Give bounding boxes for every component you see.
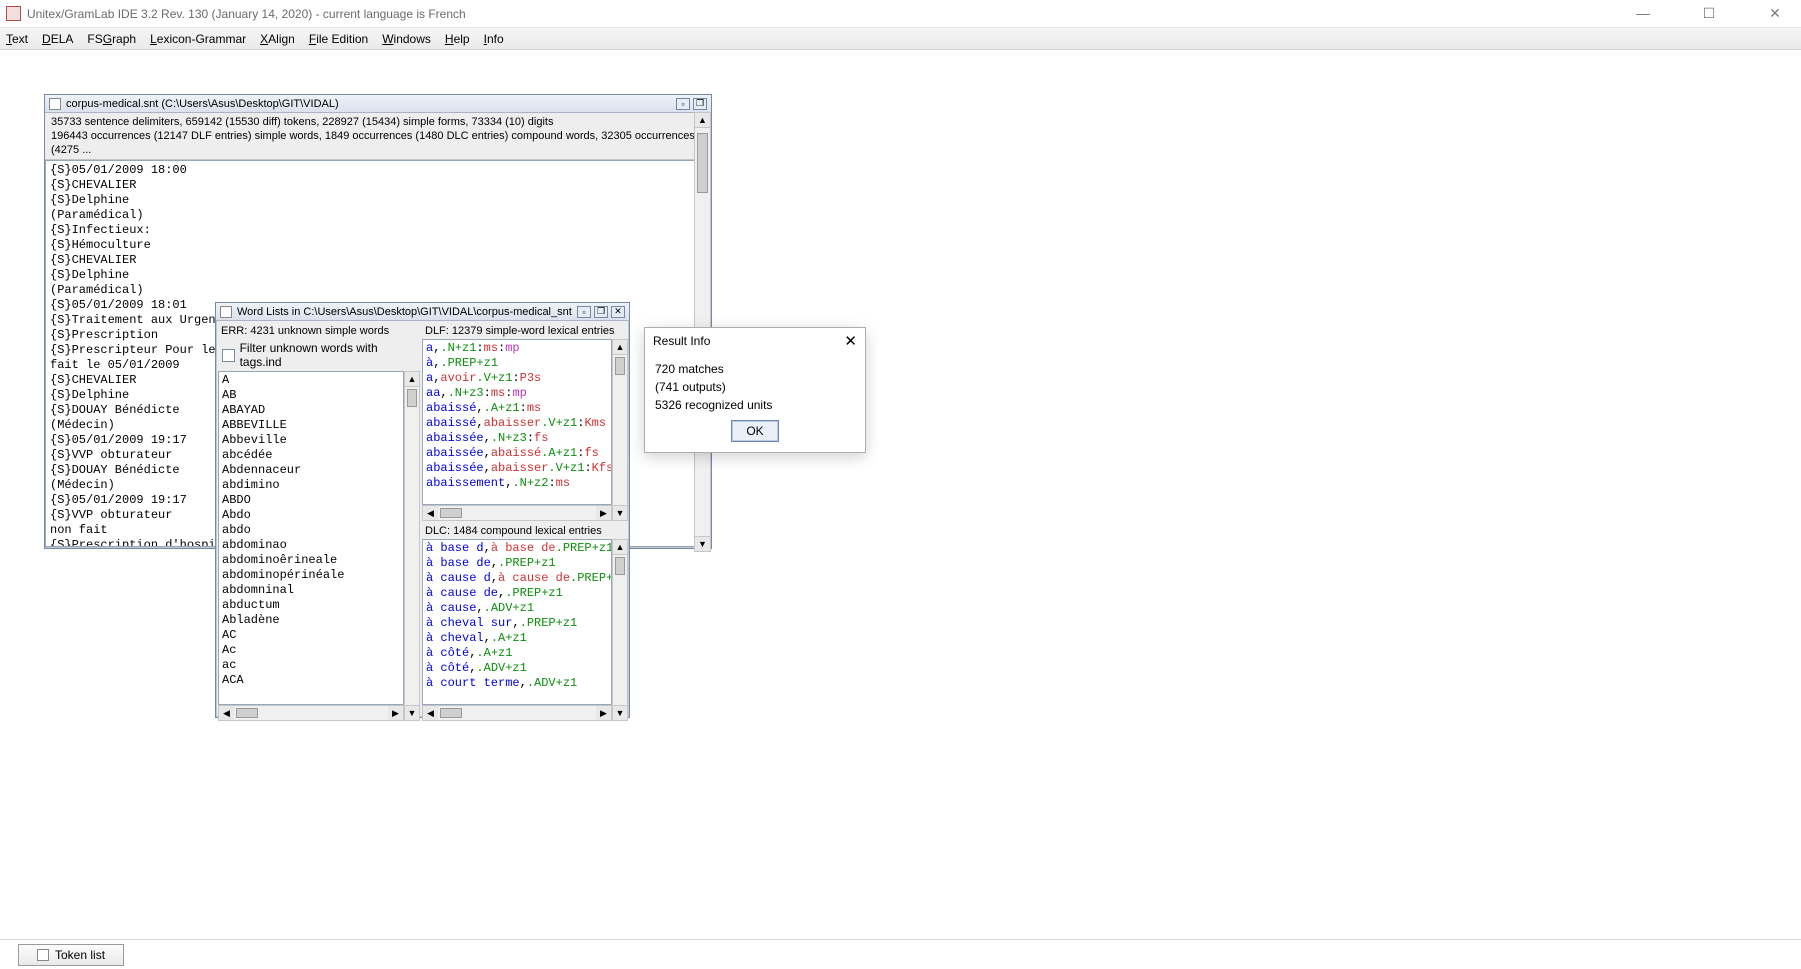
scroll-left-icon[interactable]: ◀: [219, 706, 234, 720]
scroll-down-icon[interactable]: ▼: [613, 505, 627, 520]
err-vscrollbar[interactable]: ▲ ▼: [404, 371, 420, 721]
taskbar-token-list[interactable]: Token list: [18, 944, 124, 966]
scroll-up-icon[interactable]: ▲: [613, 540, 627, 555]
result-close-icon[interactable]: ✕: [844, 332, 857, 350]
taskbar-token-list-label: Token list: [55, 948, 105, 962]
menu-dela[interactable]: DELA: [42, 32, 73, 46]
mdi-area: corpus-medical.snt (C:\Users\Asus\Deskto…: [0, 50, 1801, 939]
menu-help[interactable]: Help: [445, 32, 470, 46]
window-title: Unitex/GramLab IDE 3.2 Rev. 130 (January…: [27, 7, 466, 21]
err-panel: ERR: 4231 unknown simple words Filter un…: [218, 323, 420, 721]
wordlists-close-icon[interactable]: ✕: [611, 306, 625, 318]
document-icon: [220, 306, 232, 318]
scroll-right-icon[interactable]: ▶: [596, 706, 611, 720]
menu-lexicon-grammar[interactable]: Lexicon-Grammar: [150, 32, 246, 46]
document-icon: [49, 98, 61, 110]
corpus-stats-line2: 196443 occurrences (12147 DLF entries) s…: [51, 129, 705, 157]
scroll-right-icon[interactable]: ▶: [388, 706, 403, 720]
filter-label: Filter unknown words with tags.ind: [240, 341, 416, 369]
dlf-list[interactable]: a,.N+z1:ms:mp à,.PREP+z1 a,avoir.V+z1:P3…: [422, 339, 612, 505]
dlf-hscrollbar[interactable]: ◀ ▶: [422, 505, 612, 521]
menu-windows[interactable]: Windows: [382, 32, 431, 46]
wordlists-max-icon[interactable]: ❐: [594, 306, 608, 318]
scroll-left-icon[interactable]: ◀: [423, 706, 438, 720]
scroll-left-icon[interactable]: ◀: [423, 506, 438, 520]
wordlists-window[interactable]: Word Lists in C:\Users\Asus\Desktop\GIT\…: [215, 302, 630, 718]
dlc-hscrollbar[interactable]: ◀ ▶: [422, 705, 612, 721]
scroll-thumb[interactable]: [615, 557, 625, 575]
minimize-button[interactable]: —: [1623, 5, 1663, 22]
menu-file-edition[interactable]: File Edition: [309, 32, 368, 46]
wordlists-title: Word Lists in C:\Users\Asus\Desktop\GIT\…: [237, 306, 572, 318]
corpus-window-titlebar[interactable]: corpus-medical.snt (C:\Users\Asus\Deskto…: [45, 95, 711, 113]
menu-text[interactable]: Text: [6, 32, 28, 46]
window-titlebar: Unitex/GramLab IDE 3.2 Rev. 130 (January…: [0, 0, 1801, 28]
scroll-up-icon[interactable]: ▲: [613, 340, 627, 355]
close-button[interactable]: ✕: [1755, 5, 1795, 22]
result-units: 5326 recognized units: [655, 396, 855, 414]
scroll-thumb[interactable]: [440, 708, 462, 718]
scroll-right-icon[interactable]: ▶: [596, 506, 611, 520]
dlc-panel: DLC: 1484 compound lexical entries à bas…: [422, 523, 628, 721]
menu-xalign[interactable]: XAlign: [260, 32, 295, 46]
scroll-thumb[interactable]: [697, 133, 708, 193]
dlf-panel: DLF: 12379 simple-word lexical entries a…: [422, 323, 628, 521]
wordlists-titlebar[interactable]: Word Lists in C:\Users\Asus\Desktop\GIT\…: [216, 303, 629, 321]
maximize-button[interactable]: ☐: [1689, 5, 1729, 22]
result-info-dialog[interactable]: Result Info ✕ 720 matches (741 outputs) …: [644, 327, 866, 453]
wordlists-min-icon[interactable]: ▫: [577, 306, 591, 318]
menubar: Text DELA FSGraph Lexicon-Grammar XAlign…: [0, 28, 1801, 50]
err-list[interactable]: A AB ABAYAD ABBEVILLE Abbeville abcédée …: [218, 371, 404, 705]
app-icon: [6, 6, 21, 21]
dlc-vscrollbar[interactable]: ▲ ▼: [612, 539, 628, 721]
scroll-down-icon[interactable]: ▼: [695, 536, 710, 551]
document-icon: [37, 949, 49, 961]
window-controls: — ☐ ✕: [1623, 5, 1795, 22]
dlc-list[interactable]: à base d,à base de.PREP+z1 à base de,.PR…: [422, 539, 612, 705]
err-hscrollbar[interactable]: ◀ ▶: [218, 705, 404, 721]
scroll-up-icon[interactable]: ▲: [405, 372, 419, 387]
mdi-taskbar: Token list: [0, 939, 1801, 969]
scroll-thumb[interactable]: [615, 357, 625, 375]
corpus-stats: 35733 sentence delimiters, 659142 (15530…: [45, 113, 711, 160]
dlf-vscrollbar[interactable]: ▲ ▼: [612, 339, 628, 521]
corpus-window-title: corpus-medical.snt (C:\Users\Asus\Deskto…: [66, 98, 339, 110]
scroll-thumb[interactable]: [440, 508, 462, 518]
scroll-down-icon[interactable]: ▼: [613, 705, 627, 720]
dlf-header: DLF: 12379 simple-word lexical entries: [422, 323, 628, 339]
dlc-header: DLC: 1484 compound lexical entries: [422, 523, 628, 539]
ok-button[interactable]: OK: [731, 420, 778, 442]
menu-info[interactable]: Info: [484, 32, 504, 46]
corpus-min-icon[interactable]: ▫: [676, 98, 690, 110]
filter-checkbox[interactable]: [222, 349, 235, 362]
menu-fsgraph[interactable]: FSGraph: [87, 32, 136, 46]
result-dialog-body: 720 matches (741 outputs) 5326 recognize…: [645, 354, 865, 452]
scroll-thumb[interactable]: [407, 389, 417, 407]
result-matches: 720 matches: [655, 360, 855, 378]
scroll-down-icon[interactable]: ▼: [405, 705, 419, 720]
corpus-stats-line1: 35733 sentence delimiters, 659142 (15530…: [51, 115, 705, 129]
err-header: ERR: 4231 unknown simple words: [218, 323, 420, 339]
corpus-max-icon[interactable]: ❐: [693, 98, 707, 110]
scroll-thumb[interactable]: [236, 708, 258, 718]
result-dialog-title: Result Info: [653, 334, 710, 348]
err-filter-row: Filter unknown words with tags.ind: [218, 339, 420, 371]
result-outputs: (741 outputs): [655, 378, 855, 396]
result-dialog-titlebar[interactable]: Result Info ✕: [645, 328, 865, 354]
scroll-up-icon[interactable]: ▲: [695, 113, 710, 128]
